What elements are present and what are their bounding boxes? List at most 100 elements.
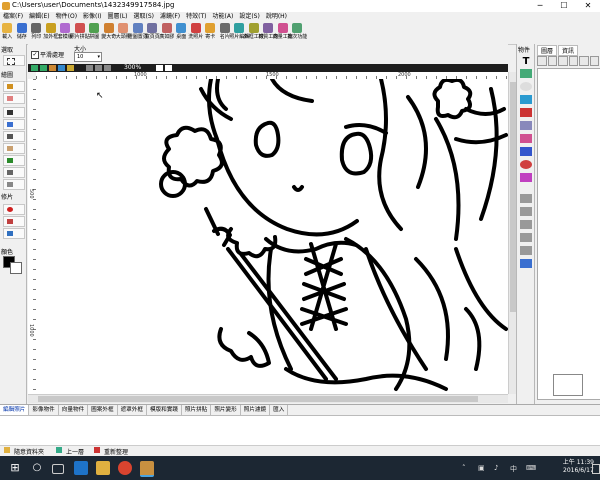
image-canvas[interactable]: ↖	[36, 79, 508, 394]
toolbar-button[interactable]: 證圖置頁	[128, 22, 148, 44]
group-icon[interactable]	[520, 259, 532, 268]
minimize-button[interactable]: ─	[528, 0, 552, 12]
shape-object-icon[interactable]	[520, 147, 532, 156]
scroll-thumb[interactable]	[38, 396, 478, 402]
sharpen-tool[interactable]	[3, 228, 25, 239]
menu-layer[interactable]: 圖層(L)	[104, 12, 130, 22]
toolbar-button[interactable]: 儲存	[15, 22, 30, 44]
search-icon[interactable]: ○	[30, 461, 44, 475]
smooth-checkbox[interactable]: ✓	[31, 51, 39, 59]
text-object-icon[interactable]: T	[520, 56, 532, 67]
network-icon[interactable]: ▣	[478, 464, 485, 472]
nav-actual-icon[interactable]	[58, 65, 65, 71]
toolbar-button[interactable]: 拼圖	[87, 22, 102, 44]
menu-help[interactable]: 說明(H)	[263, 12, 290, 22]
notification-icon[interactable]	[592, 464, 600, 474]
menu-file[interactable]: 檔案(F)	[0, 12, 26, 22]
toolbar-button[interactable]: 寄卡	[203, 22, 218, 44]
menu-effect[interactable]: 特效(T)	[183, 12, 209, 22]
menu-function[interactable]: 功能(A)	[210, 12, 237, 22]
edge-icon[interactable]	[74, 461, 88, 475]
layer-up-icon[interactable]	[589, 56, 599, 66]
zoom-out-icon[interactable]	[95, 65, 102, 71]
photo-object-icon[interactable]	[520, 95, 532, 104]
stamp-object-icon[interactable]	[520, 134, 532, 143]
line-tool[interactable]	[3, 155, 25, 166]
text-tool[interactable]	[3, 131, 25, 142]
menu-edit[interactable]: 編輯(E)	[26, 12, 52, 22]
rect-select-tool[interactable]	[3, 55, 25, 66]
menu-select[interactable]: 選取(S)	[131, 12, 158, 22]
nav-center-icon[interactable]	[67, 65, 74, 71]
menu-object[interactable]: 物件(O)	[53, 12, 80, 22]
hand-tool[interactable]	[3, 143, 25, 154]
print-object-icon[interactable]	[520, 173, 532, 182]
layer-thumbnail[interactable]	[553, 374, 583, 396]
nav-fit-icon[interactable]	[49, 65, 56, 71]
align-right-icon[interactable]	[520, 220, 532, 229]
browse-folder-button[interactable]: 隨意資料夾	[14, 447, 44, 456]
align-center-icon[interactable]	[520, 207, 532, 216]
close-button[interactable]: ✕	[576, 0, 600, 12]
nav-first-icon[interactable]	[31, 65, 38, 71]
toolbar-button[interactable]: 寬頁頁	[145, 22, 160, 44]
windows-start-icon[interactable]: ⊞	[8, 461, 22, 475]
toolbar-button[interactable]: 變大奇	[101, 22, 116, 44]
rotate-icon[interactable]	[520, 246, 532, 255]
photocap-app-icon[interactable]	[140, 461, 154, 477]
delete-layer-icon[interactable]	[558, 56, 568, 66]
fill-tool[interactable]	[3, 119, 25, 130]
menu-image[interactable]: 影像(I)	[80, 12, 104, 22]
background-color-swatch[interactable]	[10, 262, 22, 274]
eraser-tool[interactable]	[3, 93, 25, 104]
toolbar-button[interactable]: 照片拼貼	[70, 22, 90, 44]
frame-object-icon[interactable]	[520, 108, 532, 117]
chrome-icon[interactable]	[118, 461, 132, 475]
lock-layer-icon[interactable]	[579, 56, 589, 66]
clone-tool[interactable]	[3, 216, 25, 227]
abc-object-icon[interactable]	[520, 82, 532, 91]
tab-info[interactable]: 資訊	[558, 45, 579, 56]
toolbar-button[interactable]: 載入	[0, 22, 15, 44]
tray-chevron-icon[interactable]: ˄	[462, 464, 466, 472]
new-layer-icon[interactable]	[537, 56, 547, 66]
pencil-tool[interactable]	[3, 81, 25, 92]
arrow-tool-icon[interactable]	[156, 65, 163, 71]
refresh-button[interactable]: 重新整理	[104, 447, 128, 456]
toolbar-button[interactable]: 批次功能	[287, 22, 307, 44]
arrange-icon[interactable]	[520, 233, 532, 242]
align-left-icon[interactable]	[520, 194, 532, 203]
menu-settings[interactable]: 設定(S)	[236, 12, 263, 22]
filmstrip-area[interactable]	[0, 415, 600, 446]
copy-layer-icon[interactable]	[547, 56, 557, 66]
smudge-tool[interactable]	[3, 179, 25, 190]
toolbar-button[interactable]: 洗照片	[188, 22, 203, 44]
horizontal-scrollbar[interactable]	[28, 394, 508, 403]
volume-icon[interactable]: ♪	[494, 464, 498, 472]
file-explorer-icon[interactable]	[96, 461, 110, 475]
maximize-button[interactable]: ☐	[552, 0, 576, 12]
toolbar-button[interactable]: 列印	[29, 22, 44, 44]
layer-list[interactable]	[537, 68, 600, 400]
toolbar-button[interactable]: 桌面	[174, 22, 189, 44]
merge-layer-icon[interactable]	[568, 56, 578, 66]
hand-nav-icon[interactable]	[165, 65, 172, 71]
redeye-tool[interactable]	[3, 204, 25, 215]
menu-filter[interactable]: 濾鏡(F)	[157, 12, 183, 22]
image-object-icon[interactable]	[520, 69, 532, 78]
ime-icon[interactable]: ⌨	[526, 464, 536, 472]
system-clock[interactable]: 上午 11:39 2016/6/17	[563, 459, 594, 475]
toolbar-button[interactable]: 加外框	[43, 22, 58, 44]
up-level-button[interactable]: 上一層	[66, 447, 84, 456]
task-view-icon[interactable]	[52, 464, 64, 474]
zoom-in-icon[interactable]	[86, 65, 93, 71]
nav-prev-icon[interactable]	[40, 65, 47, 71]
zoom-object-icon[interactable]	[520, 121, 532, 130]
zoom-reset-icon[interactable]	[104, 65, 111, 71]
balloon-object-icon[interactable]	[520, 160, 532, 169]
input-language[interactable]: 中	[510, 464, 517, 474]
size-select[interactable]: 10 ▾	[74, 52, 102, 62]
toolbar-button[interactable]: 廣如膠	[159, 22, 174, 44]
shape-tool[interactable]	[3, 167, 25, 178]
tab-layers[interactable]: 圖層	[537, 45, 558, 56]
